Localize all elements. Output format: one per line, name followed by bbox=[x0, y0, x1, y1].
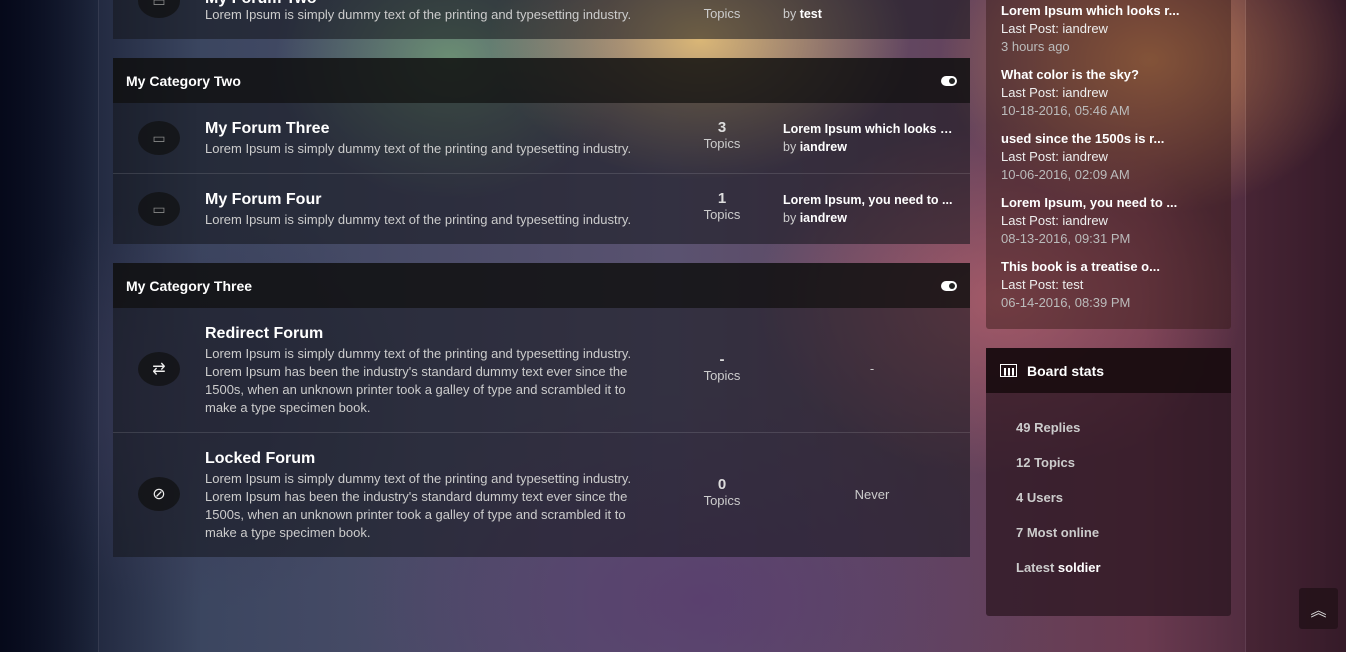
forum-row[interactable]: ⇄ Redirect Forum Lorem Ipsum is simply d… bbox=[113, 308, 970, 433]
topics-count: - Topics bbox=[683, 351, 761, 383]
latest-post-item[interactable]: Lorem Ipsum which looks r... Last Post: i… bbox=[1001, 2, 1216, 56]
forum-title[interactable]: Redirect Forum bbox=[205, 325, 323, 343]
latest-post-item[interactable]: Lorem Ipsum, you need to ... Last Post: i… bbox=[1001, 194, 1216, 248]
post-date: 08-13-2016, 09:31 PM bbox=[1001, 231, 1131, 246]
by-label: by bbox=[783, 140, 797, 154]
stat-replies: 49 Replies bbox=[1016, 420, 1081, 435]
forum-title[interactable]: My Forum Three bbox=[205, 120, 329, 138]
post-author: Last Post: iandrew bbox=[1001, 21, 1108, 36]
category-two: My Category Two ▭ My Forum Three Lorem I… bbox=[113, 58, 970, 244]
count: 0 bbox=[717, 476, 727, 493]
post-author: Last Post: test bbox=[1001, 277, 1084, 292]
latest-user-link[interactable]: soldier bbox=[1058, 560, 1101, 575]
last-post-title[interactable]: Lorem Ipsum, you need to ... bbox=[783, 191, 953, 209]
board-stats-title: Board stats bbox=[1027, 362, 1105, 379]
topics-count: Topics bbox=[683, 6, 761, 21]
stat-most-online: 7 Most online bbox=[1016, 525, 1100, 540]
scroll-to-top-button[interactable]: ︽ bbox=[1299, 588, 1338, 629]
post-title[interactable]: What color is the sky? bbox=[1001, 66, 1216, 84]
topics-count: 3 Topics bbox=[683, 119, 761, 151]
last-post-title[interactable]: Lorem Ipsum which looks r... bbox=[783, 120, 953, 138]
latest-post-item[interactable]: used since the 1500s is r... Last Post: i… bbox=[1001, 130, 1216, 184]
last-post: by test bbox=[783, 5, 953, 23]
topics-count: 1 Topics bbox=[683, 190, 761, 222]
page-edge-right bbox=[1246, 0, 1346, 652]
redirect-icon: ⇄ bbox=[138, 352, 180, 386]
last-post-author[interactable]: iandrew bbox=[800, 140, 847, 154]
forum-description: Lorem Ipsum is simply dummy text of the … bbox=[205, 141, 632, 156]
last-post-author[interactable]: test bbox=[800, 7, 822, 21]
by-label: by bbox=[783, 7, 797, 21]
last-post-author[interactable]: iandrew bbox=[800, 211, 847, 225]
post-title[interactable]: used since the 1500s is r... bbox=[1001, 130, 1216, 148]
last-post: Never bbox=[854, 487, 890, 502]
last-post: Lorem Ipsum, you need to ... by iandrew bbox=[783, 191, 953, 227]
forum-row[interactable]: ▭ My Forum Two Lorem Ipsum is simply dum… bbox=[113, 0, 970, 39]
post-date: 10-06-2016, 02:09 AM bbox=[1001, 167, 1130, 182]
forum-title[interactable]: My Forum Four bbox=[205, 191, 321, 209]
board-stats-panel: Board stats 49 Replies 12 Topics 4 Users… bbox=[986, 348, 1231, 616]
double-chevron-up-icon: ︽ bbox=[1310, 602, 1327, 620]
forum-row[interactable]: ▭ My Forum Four Lorem Ipsum is simply du… bbox=[113, 174, 970, 244]
post-title[interactable]: Lorem Ipsum, you need to ... bbox=[1001, 194, 1216, 212]
folder-icon: ▭ bbox=[138, 121, 180, 155]
forum-row[interactable]: ▭ My Forum Three Lorem Ipsum is simply d… bbox=[113, 103, 970, 174]
category-one: ▭ My Forum Two Lorem Ipsum is simply dum… bbox=[113, 0, 970, 39]
stat-users: 4 Users bbox=[1016, 490, 1063, 505]
count: 1 bbox=[717, 190, 727, 207]
post-author: Last Post: iandrew bbox=[1001, 149, 1108, 164]
category-three: My Category Three ⇄ Redirect Forum Lorem… bbox=[113, 263, 970, 557]
toggle-icon[interactable] bbox=[941, 75, 957, 86]
page-edge-left bbox=[0, 0, 98, 652]
forum-description: Lorem Ipsum is simply dummy text of the … bbox=[205, 212, 632, 227]
bar-chart-icon bbox=[1000, 364, 1017, 377]
topics-label: Topics bbox=[703, 6, 741, 21]
post-date: 06-14-2016, 08:39 PM bbox=[1001, 295, 1131, 310]
forum-description: Lorem Ipsum is simply dummy text of the … bbox=[205, 346, 632, 415]
forum-description: Lorem Ipsum is simply dummy text of the … bbox=[205, 7, 632, 22]
post-title[interactable]: Lorem Ipsum which looks r... bbox=[1001, 2, 1216, 20]
last-post: Lorem Ipsum which looks r... by iandrew bbox=[783, 120, 953, 156]
stat-latest: Latest soldier bbox=[1016, 560, 1201, 595]
toggle-icon[interactable] bbox=[941, 280, 957, 291]
stat-topics: 12 Topics bbox=[1016, 455, 1076, 470]
topics-label: Topics bbox=[703, 207, 741, 222]
count: 3 bbox=[717, 119, 727, 136]
topics-label: Topics bbox=[703, 493, 741, 508]
latest-posts-panel: Lorem Ipsum which looks r... Last Post: i… bbox=[986, 0, 1231, 329]
latest-post-item[interactable]: This book is a treatise o... Last Post: t… bbox=[1001, 258, 1216, 312]
category-title[interactable]: My Category Two bbox=[126, 73, 241, 89]
post-date: 10-18-2016, 05:46 AM bbox=[1001, 103, 1130, 118]
category-title[interactable]: My Category Three bbox=[126, 278, 252, 294]
category-header: My Category Three bbox=[113, 263, 970, 308]
folder-icon: ▭ bbox=[138, 192, 180, 226]
forum-description: Lorem Ipsum is simply dummy text of the … bbox=[205, 471, 632, 540]
count: - bbox=[719, 351, 725, 368]
latest-post-item[interactable]: What color is the sky? Last Post: iandrew… bbox=[1001, 66, 1216, 120]
folder-icon: ▭ bbox=[138, 0, 180, 18]
board-stats-header: Board stats bbox=[986, 348, 1231, 393]
forum-title[interactable]: Locked Forum bbox=[205, 450, 315, 468]
topics-count: 0 Topics bbox=[683, 476, 761, 508]
forum-row[interactable]: ⊘ Locked Forum Lorem Ipsum is simply dum… bbox=[113, 433, 970, 557]
locked-icon: ⊘ bbox=[138, 477, 180, 511]
category-header: My Category Two bbox=[113, 58, 970, 103]
post-author: Last Post: iandrew bbox=[1001, 85, 1108, 100]
post-author: Last Post: iandrew bbox=[1001, 213, 1108, 228]
post-date: 3 hours ago bbox=[1001, 39, 1070, 54]
latest-label: Latest bbox=[1016, 560, 1055, 575]
topics-label: Topics bbox=[703, 136, 741, 151]
topics-label: Topics bbox=[703, 368, 741, 383]
last-post: - bbox=[869, 361, 875, 376]
post-title[interactable]: This book is a treatise o... bbox=[1001, 258, 1216, 276]
by-label: by bbox=[783, 211, 797, 225]
